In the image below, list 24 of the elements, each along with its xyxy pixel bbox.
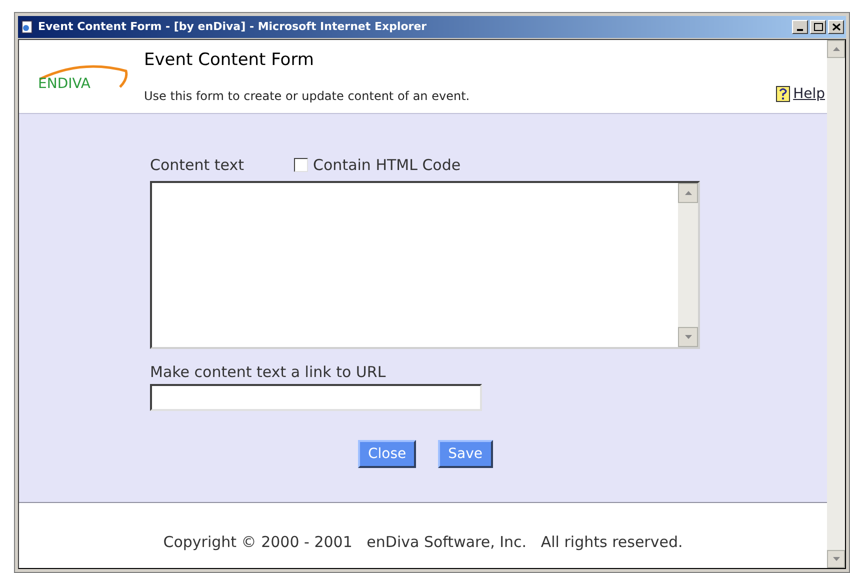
maximize-icon[interactable]: [810, 20, 826, 34]
form-title: Event Content Form: [144, 49, 315, 72]
content-text-label: Content text: [150, 155, 244, 176]
scrollbar[interactable]: [678, 182, 698, 346]
scroll-down-icon: [832, 557, 840, 561]
close-button[interactable]: Close: [358, 440, 416, 468]
help-icon: [776, 86, 790, 102]
scroll-up-icon: [684, 190, 692, 194]
scroll-down-icon: [684, 334, 692, 338]
copyright-text: Copyright © 2000 - 2001 enDiva Software, Inc. All rights reserved.: [163, 532, 683, 554]
url-label: Make content text a link to URL: [150, 362, 387, 382]
window-title: Event Content Form - [by enDiva] - Microsoft Internet Explorer: [38, 18, 427, 35]
help-link[interactable]: Help: [776, 84, 825, 104]
logo: ENDIVA: [32, 56, 132, 96]
page-scrollbar[interactable]: [827, 40, 845, 568]
page-icon: [20, 20, 34, 34]
form-description: Use this form to create or update content of an event.: [144, 88, 470, 104]
url-field[interactable]: [150, 384, 482, 411]
save-button[interactable]: Save: [438, 440, 493, 468]
close-icon[interactable]: [828, 20, 844, 34]
minimize-icon[interactable]: [792, 20, 808, 34]
html-checkbox-label: Contain HTML Code: [313, 155, 461, 176]
scroll-up-icon: [832, 47, 840, 51]
html-checkbox[interactable]: [294, 158, 308, 172]
